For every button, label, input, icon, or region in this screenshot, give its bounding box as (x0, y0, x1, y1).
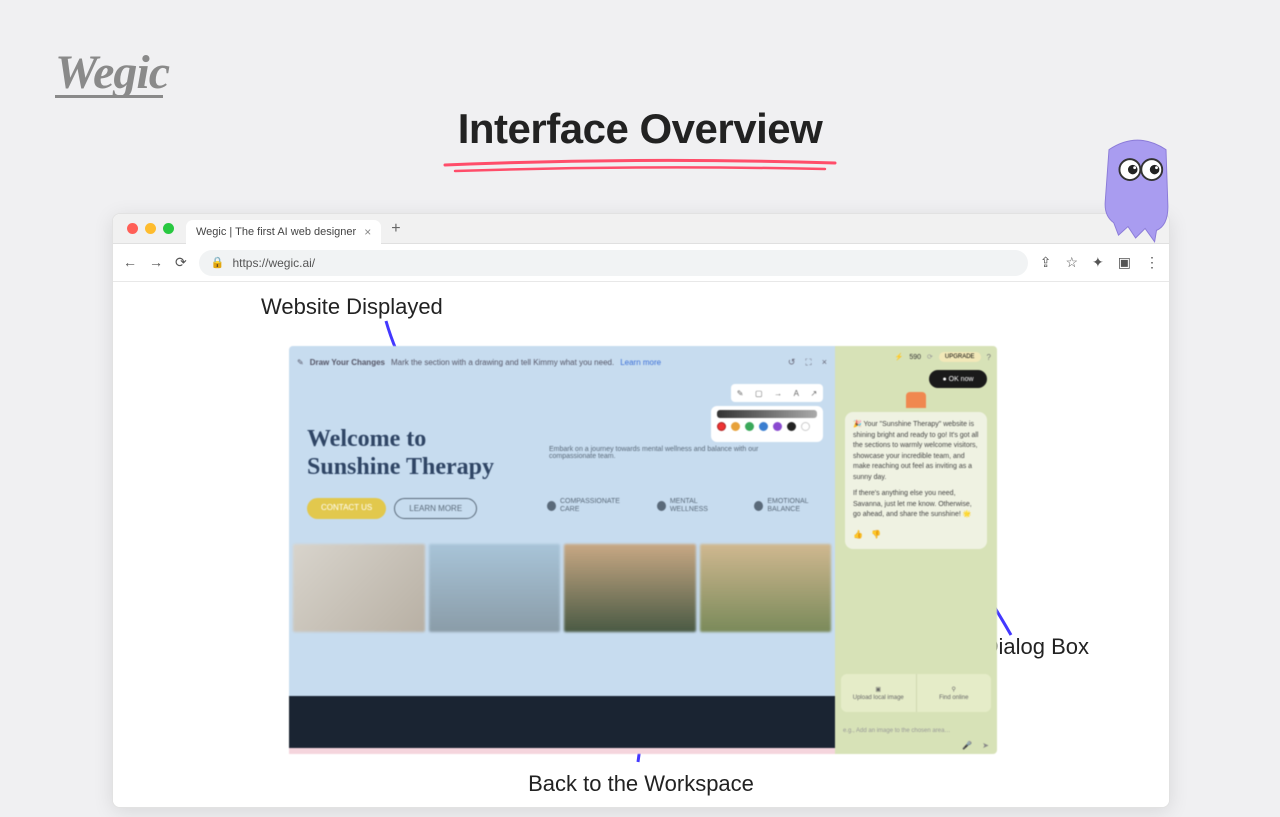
credits-count: 590 (909, 354, 921, 361)
learn-more-link[interactable]: Learn more (620, 358, 661, 367)
browser-viewport: Website Displayed Dialog Box Back to the… (113, 282, 1169, 807)
star-icon[interactable]: ☆ (1065, 254, 1078, 271)
feature-row: COMPASSIONATE CARE MENTAL WELLNESS EMOTI… (547, 498, 835, 515)
draw-changes-hint: Mark the section with a drawing and tell… (391, 358, 614, 367)
website-canvas[interactable]: ✎ Draw Your Changes Mark the section wit… (289, 346, 835, 754)
ai-message: 🎉 Your "Sunshine Therapy" website is shi… (845, 412, 987, 549)
share-tool-icon[interactable]: ↗ (811, 389, 818, 398)
upload-panel: ▣ Upload local image ⚲ Find online (841, 674, 991, 712)
color-swatch-blue[interactable] (759, 422, 768, 431)
color-swatch-red[interactable] (717, 422, 726, 431)
tab-title: Wegic | The first AI web designer (196, 226, 356, 238)
share-icon[interactable]: ⇪ (1040, 254, 1052, 271)
search-icon: ⚲ (952, 686, 956, 693)
feature-mental: MENTAL WELLNESS (657, 498, 731, 515)
contact-us-button[interactable]: CONTACT US (307, 498, 386, 519)
undo-icon[interactable]: ↺ (788, 357, 796, 368)
credits-bar: ⚡ 590 ⟳ UPGRADE ? (841, 352, 991, 362)
upgrade-button[interactable]: UPGRADE (939, 352, 981, 362)
browser-window: Wegic | The first AI web designer × + ← … (112, 213, 1170, 808)
box-icon[interactable]: ▢ (755, 389, 763, 398)
heart-icon (547, 501, 556, 511)
text-icon[interactable]: A (794, 389, 799, 398)
back-icon[interactable]: ← (123, 254, 137, 271)
color-swatch-green[interactable] (745, 422, 754, 431)
close-icon[interactable]: × (822, 357, 827, 368)
menu-icon[interactable]: ⋮ (1145, 254, 1159, 271)
color-swatch-orange[interactable] (731, 422, 740, 431)
mascot-ghost (1090, 135, 1185, 245)
ok-now-button[interactable]: ● OK now (929, 370, 987, 388)
browser-url-bar: ← → ⟳ 🔒 https://wegic.ai/ ⇪ ☆ ✦ ▣ ⋮ (113, 244, 1169, 282)
thumbs-down-icon[interactable]: 👎 (871, 529, 881, 541)
forward-icon[interactable]: → (149, 254, 163, 271)
close-tab-icon[interactable]: × (364, 225, 371, 239)
gallery-image-3 (564, 544, 696, 632)
extensions-icon[interactable]: ✦ (1092, 254, 1104, 271)
learn-more-button[interactable]: LEARN MORE (394, 498, 477, 519)
address-bar[interactable]: 🔒 https://wegic.ai/ (199, 250, 1028, 276)
image-icon: ▣ (875, 686, 881, 693)
find-online-button[interactable]: ⚲ Find online (917, 674, 992, 712)
traffic-lights (127, 223, 174, 234)
color-swatch-white[interactable] (801, 422, 810, 431)
refresh-icon[interactable]: ⟳ (927, 353, 933, 361)
new-tab-button[interactable]: + (391, 220, 400, 238)
annotation-back-workspace: Back to the Workspace (528, 771, 754, 797)
page-title: Interface Overview (440, 105, 840, 153)
hero-subtitle: Embark on a journey towards mental welln… (549, 446, 774, 460)
bolt-icon: ⚡ (895, 353, 904, 361)
thumbs-up-icon[interactable]: 👍 (853, 529, 863, 541)
floating-toolbar[interactable]: ✎ ▢ → A ↗ (731, 384, 823, 402)
feature-emotional: EMOTIONAL BALANCE (754, 498, 835, 515)
image-gallery (289, 544, 835, 632)
lock-icon: 🔒 (211, 256, 225, 269)
dialog-sidebar: ⚡ 590 ⟳ UPGRADE ? ● OK now 🎉 Your "Sunsh… (835, 346, 997, 754)
brain-icon (657, 501, 666, 511)
title-underline (440, 155, 840, 175)
gallery-image-2 (429, 544, 561, 632)
ai-message-p2: If there's anything else you need, Savan… (853, 489, 979, 521)
workspace-handle[interactable] (289, 748, 835, 754)
reload-icon[interactable]: ⟳ (175, 254, 187, 271)
panel-icon[interactable]: ▣ (1118, 254, 1131, 271)
gallery-image-1 (293, 544, 425, 632)
page-title-wrap: Interface Overview (440, 105, 840, 175)
canvas-top-bar: ✎ Draw Your Changes Mark the section wit… (297, 354, 827, 370)
arrow-icon[interactable]: → (774, 389, 782, 398)
canvas-dark-band (289, 696, 835, 748)
draw-changes-label: Draw Your Changes (310, 358, 385, 367)
feature-compassionate: COMPASSIONATE CARE (547, 498, 633, 515)
mic-icon[interactable]: 🎤 (962, 741, 972, 750)
browser-tab-strip: Wegic | The first AI web designer × + (113, 214, 1169, 244)
expand-icon[interactable]: ⛶ (805, 357, 811, 368)
ai-message-p1: 🎉 Your "Sunshine Therapy" website is shi… (853, 420, 979, 483)
wegic-app-frame: ✎ Draw Your Changes Mark the section wit… (289, 346, 997, 754)
browser-tab[interactable]: Wegic | The first AI web designer × (186, 220, 381, 244)
close-window-icon[interactable] (127, 223, 138, 234)
color-picker-panel[interactable] (711, 406, 823, 442)
kimmy-avatar (906, 392, 926, 408)
edit-icon[interactable]: ✎ (737, 389, 744, 398)
color-swatch-black[interactable] (787, 422, 796, 431)
hero-title: Welcome to Sunshine Therapy (307, 426, 494, 481)
color-swatch-purple[interactable] (773, 422, 782, 431)
send-icon[interactable]: ➤ (982, 741, 989, 750)
url-text: https://wegic.ai/ (232, 256, 315, 270)
maximize-window-icon[interactable] (163, 223, 174, 234)
help-icon[interactable]: ? (987, 353, 991, 362)
upload-local-button[interactable]: ▣ Upload local image (841, 674, 917, 712)
chat-input[interactable]: e.g., Add an image to the chosen area… (843, 728, 989, 734)
pencil-icon: ✎ (297, 358, 304, 367)
balance-icon (754, 501, 763, 511)
gallery-image-4 (700, 544, 832, 632)
wegic-logo: Wegic (55, 45, 169, 100)
minimize-window-icon[interactable] (145, 223, 156, 234)
